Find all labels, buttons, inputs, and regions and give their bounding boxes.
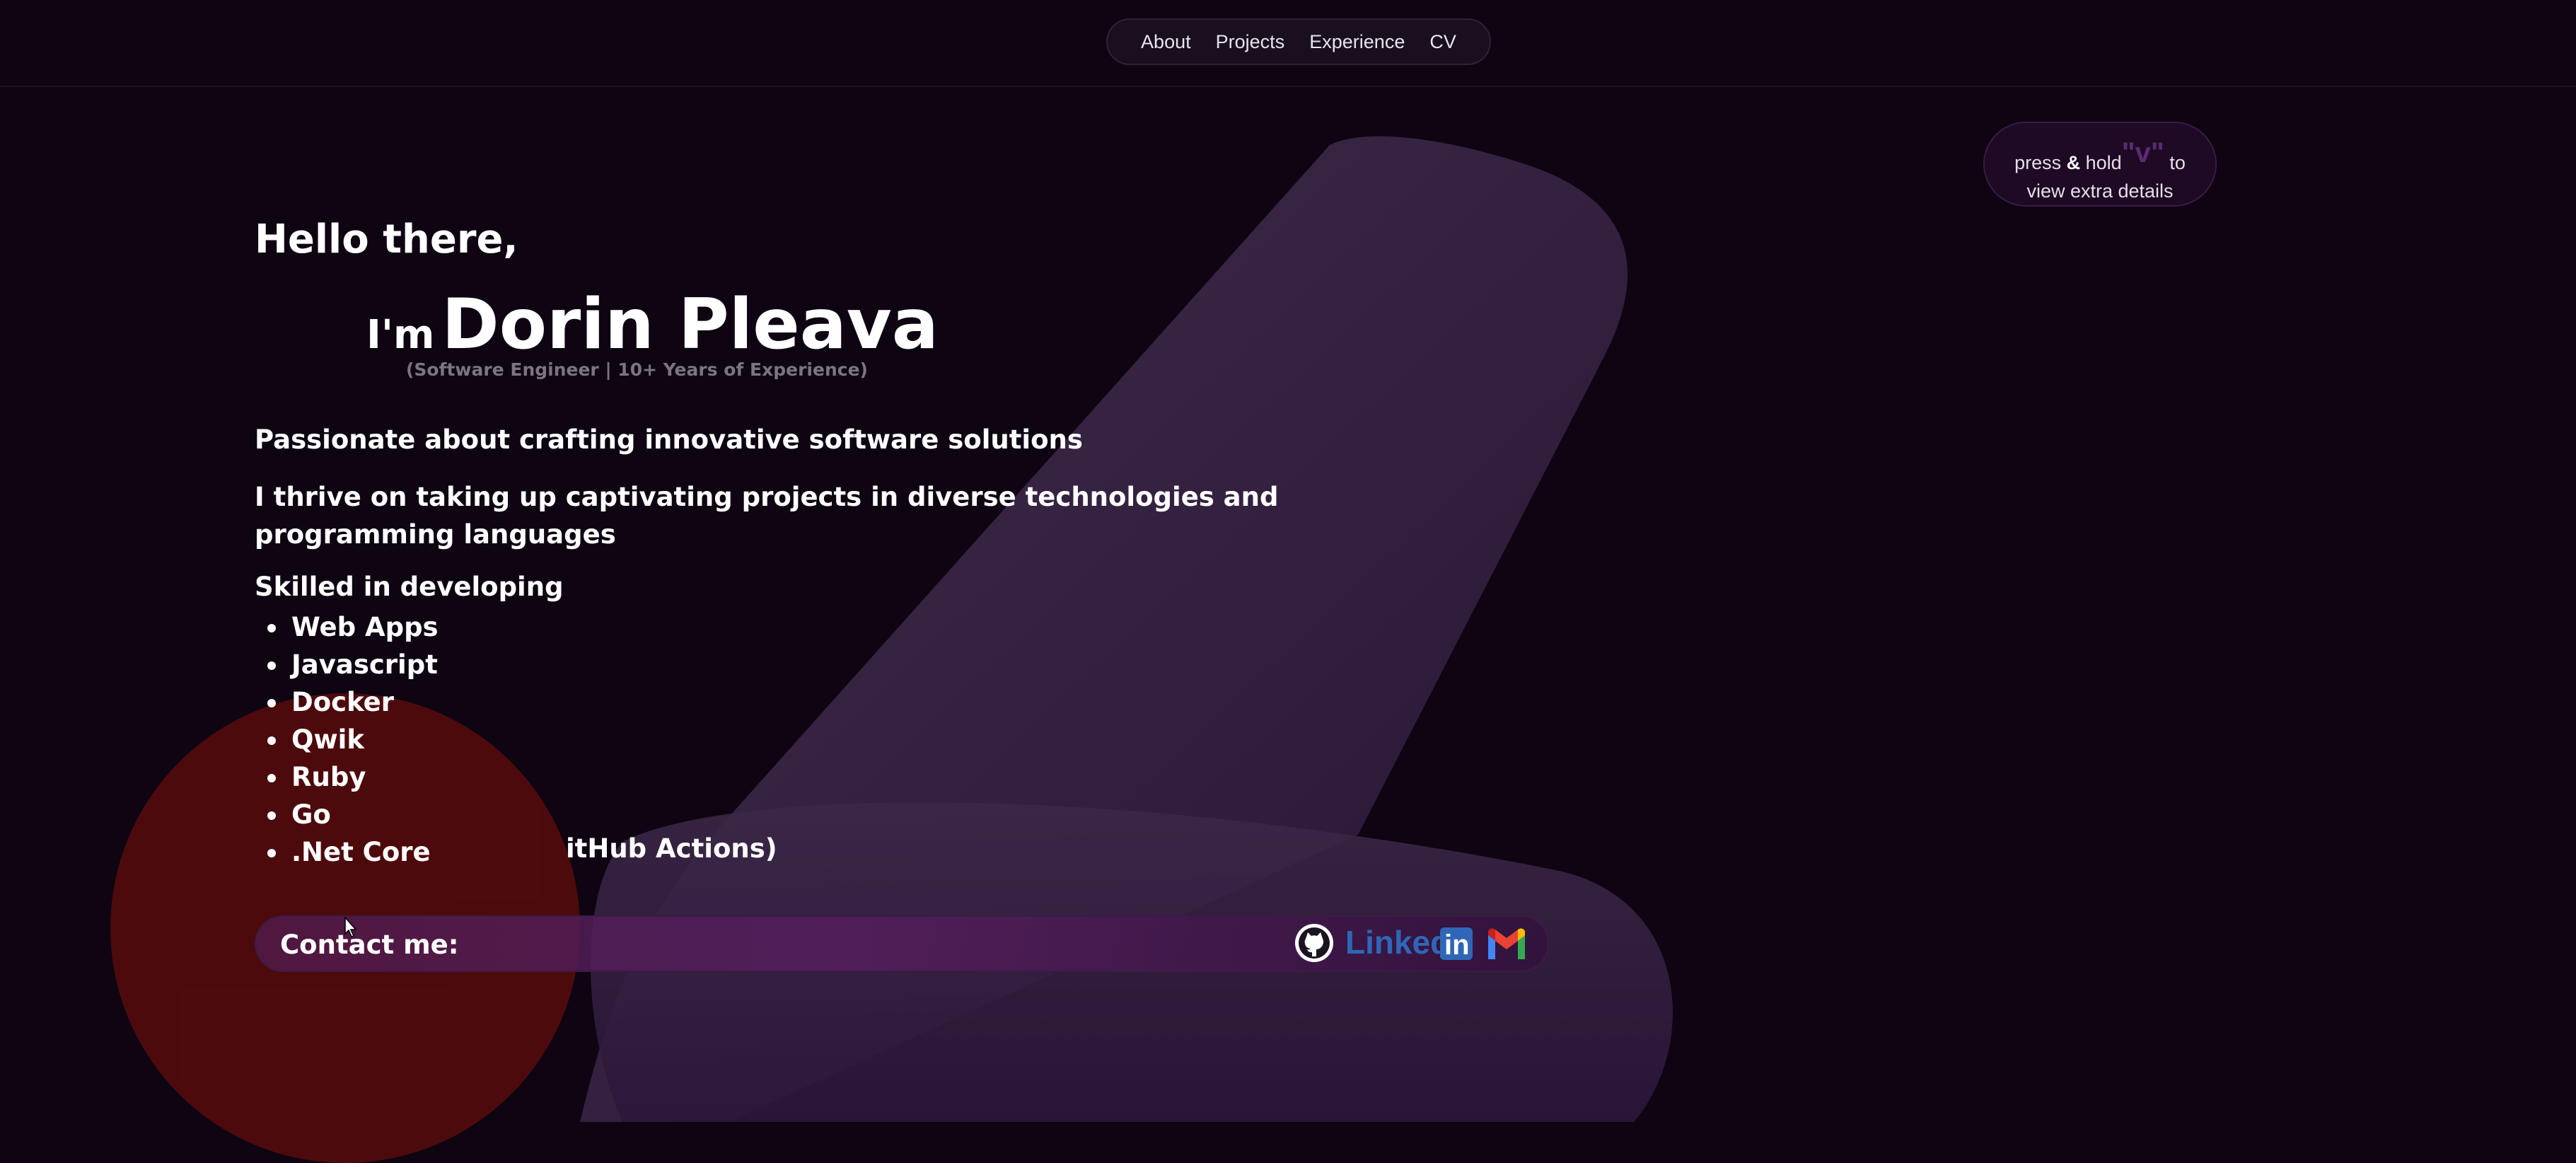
job-subtitle: (Software Engineer | 10+ Years of Experi…	[406, 359, 868, 380]
hint-text-after: to	[2164, 152, 2186, 173]
person-name: Dorin Pleava	[441, 284, 939, 365]
skills-list: Web Apps Javascript Docker Qwik Ruby Go …	[255, 608, 439, 871]
nav-divider	[0, 86, 2576, 87]
hint-line-2: view extra details	[2026, 180, 2174, 202]
gmail-icon	[1488, 928, 1525, 959]
skill-item: Javascript	[255, 646, 439, 683]
tagline: Passionate about crafting innovative sof…	[255, 424, 1083, 455]
contact-links: Linked in	[1294, 924, 1528, 965]
intro-im: I'm	[366, 312, 435, 358]
contact-bar: Contact me: Linked in	[255, 915, 1549, 972]
greeting-heading: Hello there,	[255, 216, 518, 262]
skill-item: Web Apps	[255, 608, 439, 646]
github-icon	[1295, 924, 1333, 962]
nav-experience[interactable]: Experience	[1309, 31, 1405, 53]
svg-text:Linked: Linked	[1345, 924, 1450, 961]
hint-ampersand: &	[2066, 152, 2081, 173]
contact-label: Contact me:	[280, 930, 459, 960]
hint-key: "v"	[2121, 137, 2164, 168]
top-navigation: About Projects Experience CV	[1106, 18, 1491, 65]
skill-item: Go	[255, 796, 439, 833]
svg-text:in: in	[1444, 930, 1470, 961]
about-paragraph: I thrive on taking up captivating projec…	[255, 482, 1279, 550]
skill-item: Docker	[255, 683, 439, 721]
skill-item: .Net Core	[255, 833, 439, 871]
skill-item: Ruby	[255, 758, 439, 796]
linkedin-link[interactable]: Linked in	[1344, 923, 1475, 966]
skill-item: Qwik	[255, 721, 439, 758]
intro-line: I'm Dorin Pleava	[366, 284, 939, 365]
skills-heading: Skilled in developing	[255, 572, 564, 602]
gmail-link[interactable]	[1485, 925, 1528, 964]
nav-projects[interactable]: Projects	[1216, 31, 1285, 53]
linkedin-icon: Linked in	[1345, 924, 1473, 961]
keyboard-hint: press & hold"v" to view extra details	[1983, 122, 2217, 207]
mouse-cursor-icon	[344, 917, 357, 937]
nav-about[interactable]: About	[1141, 31, 1191, 53]
github-link[interactable]	[1294, 923, 1334, 966]
nav-cv[interactable]: CV	[1429, 31, 1456, 53]
hint-text-middle: hold	[2080, 152, 2122, 173]
hint-text-before: press	[2014, 152, 2067, 173]
skill-annotation-fragment: itHub Actions)	[566, 833, 777, 864]
